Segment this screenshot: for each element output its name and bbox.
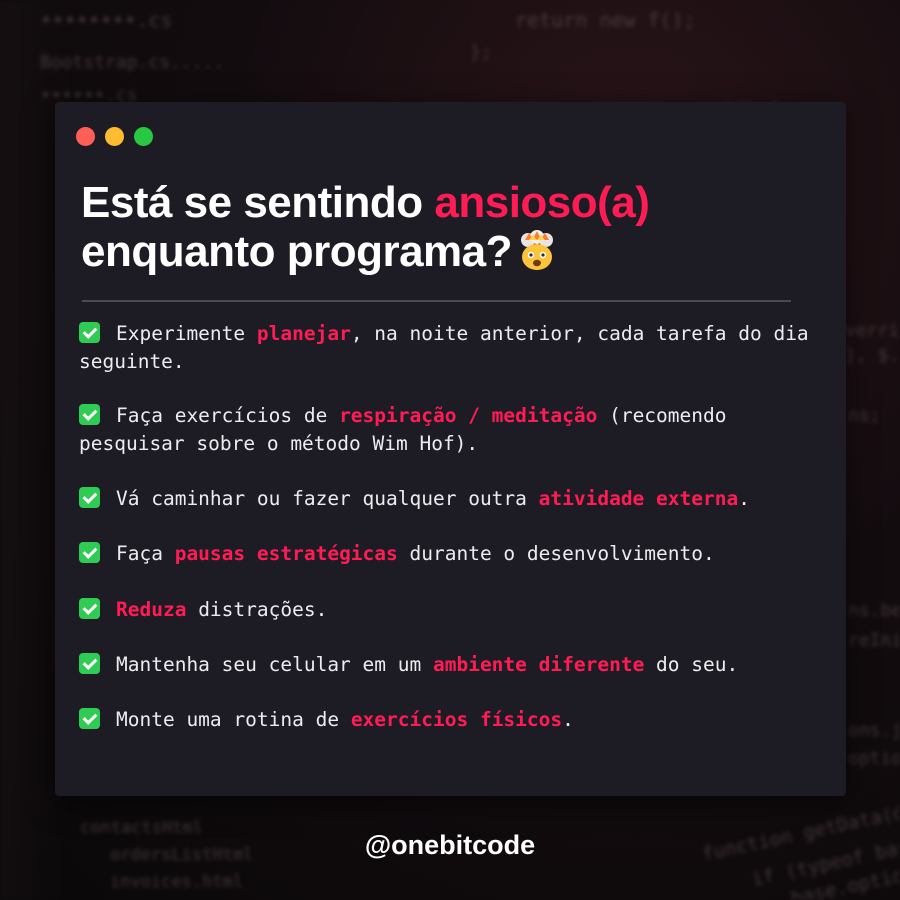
tip-highlight: respiração / meditação [339,404,598,427]
title-divider [82,300,791,302]
tip-highlight: planejar [256,322,351,345]
list-item: Experimente planejar, na noite anterior,… [79,320,824,376]
tip-text: Faça exercícios de [116,404,340,427]
bg-code-line: }, $.f [845,345,900,366]
bg-code-line: reInit [848,630,900,651]
tip-text: durante o desenvolvimento. [397,542,715,565]
bg-code-line: ns; [848,405,881,426]
bg-code-line: ••••••••.cs [40,8,173,32]
tip-text: Mantenha seu celular em um [116,653,433,676]
checkmark-icon [79,487,100,508]
list-item: Vá caminhar ou fazer qualquer outra ativ… [79,485,824,513]
tip-highlight: exercícios físicos [350,708,563,731]
checkmark-icon [79,322,100,343]
tip-text: Experimente [116,322,257,345]
minimize-dot-icon [105,127,124,146]
author-handle: @onebitcode [364,830,536,860]
tip-text: do seu. [644,653,739,676]
window-controls [76,127,153,146]
bg-code-line: invoices.html [110,872,244,892]
bg-code-line: Bootstrap.cs..... [40,52,225,73]
title-text-line2: enquanto programa? [81,227,513,276]
close-dot-icon [76,127,95,146]
exploding-head-emoji-icon [516,230,558,272]
tip-text: . [562,708,574,731]
tip-text: Faça [116,542,175,565]
list-item: Faça exercícios de respiração / meditaçã… [79,402,824,458]
title-text: Está se sentindo [81,178,435,227]
tip-text: Monte uma rotina de [116,708,351,731]
tip-highlight: ambiente diferente [432,653,645,676]
tip-text: . [738,487,750,510]
bg-code-line: verri [845,320,900,341]
maximize-dot-icon [134,127,153,146]
bg-code-line: ns.bef [848,600,900,621]
bg-code-line: }; [470,42,492,63]
tip-text: Vá caminhar ou fazer qualquer outra [116,487,539,510]
checkmark-icon [79,653,100,674]
tip-highlight: atividade externa [538,487,739,510]
checkmark-icon [79,542,100,563]
page-title: Está se sentindo ansioso(a) enquanto pro… [81,178,650,276]
tip-highlight: Reduza [116,598,187,621]
tip-text: distrações. [186,598,328,621]
tip-highlight: pausas estratégicas [174,542,398,565]
bg-code-line: return new f(); [515,8,696,32]
list-item: Faça pausas estratégicas durante o desen… [79,540,824,568]
checkmark-icon [79,404,100,425]
checkmark-icon [79,708,100,729]
tips-list: Experimente planejar, na noite anterior,… [79,320,824,734]
bg-code-line: option [848,748,900,769]
list-item: Monte uma rotina de exercícios físicos. [79,706,824,734]
list-item: Reduza distrações. [79,596,824,624]
bg-code-line: ons.js [848,720,900,741]
list-item: Mantenha seu celular em um ambiente dife… [79,651,824,679]
content-card: Está se sentindo ansioso(a) enquanto pro… [55,102,846,796]
title-accent: ansioso(a) [434,178,650,227]
checkmark-icon [79,598,100,619]
